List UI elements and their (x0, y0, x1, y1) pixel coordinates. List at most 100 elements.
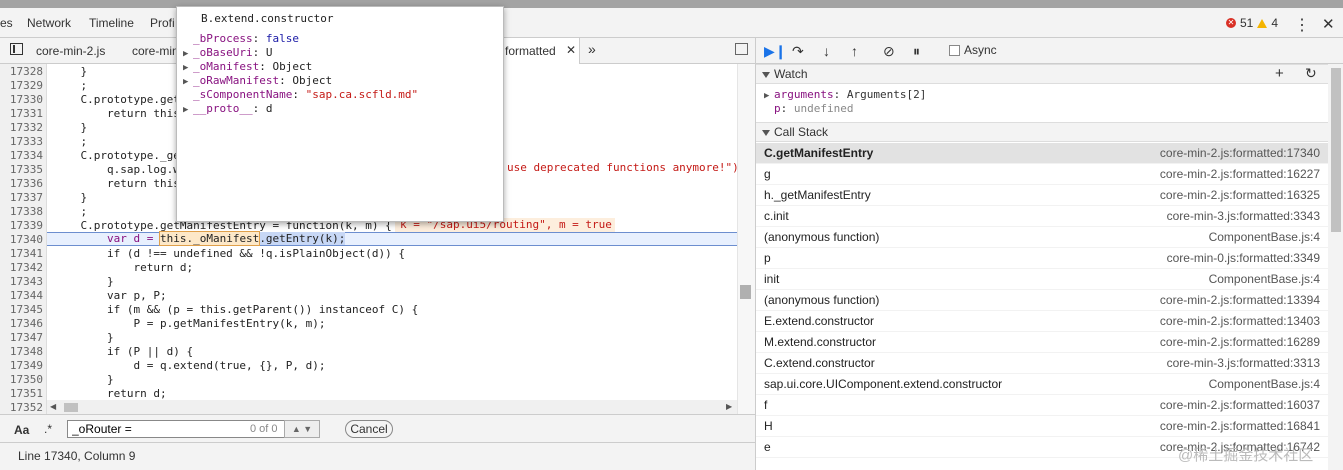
callstack-row[interactable]: p core-min-0.js:formatted:3349 (756, 248, 1328, 269)
callstack-location[interactable]: core-min-2.js:formatted:16289 (1160, 335, 1320, 349)
close-icon[interactable]: ✕ (1322, 15, 1335, 33)
line-number[interactable]: 17343 (0, 275, 43, 288)
tab-sources[interactable]: es (0, 16, 13, 30)
callstack-location[interactable]: core-min-2.js:formatted:16841 (1160, 419, 1320, 433)
regex-toggle[interactable]: .* (44, 422, 52, 436)
tab-timeline[interactable]: Timeline (89, 16, 134, 30)
callstack-location[interactable]: ComponentBase.js:4 (1209, 377, 1320, 391)
line-number[interactable]: 17332 (0, 121, 43, 134)
callstack-row[interactable]: (anonymous function) ComponentBase.js:4 (756, 227, 1328, 248)
object-preview-popover[interactable]: B.extend.constructor _bProcess: false ▶ _o… (176, 6, 504, 222)
callstack-row[interactable]: M.extend.constructor core-min-2.js:format… (756, 332, 1328, 353)
tab-profiles[interactable]: Profi (150, 16, 175, 30)
line-number[interactable]: 17341 (0, 247, 43, 260)
callstack-row[interactable]: g core-min-2.js:formatted:16227 (756, 164, 1328, 185)
line-number[interactable]: 17330 (0, 93, 43, 106)
callstack-location[interactable]: core-min-2.js:formatted:13403 (1160, 314, 1320, 328)
expand-icon[interactable]: ▶ (183, 105, 193, 115)
scroll-left-icon[interactable]: ◀ (50, 402, 56, 411)
vertical-scroll-thumb[interactable] (740, 285, 751, 299)
callstack-row[interactable]: C.getManifestEntry core-min-2.js:formatte… (756, 143, 1328, 164)
popover-property-row[interactable]: ▶ _oManifest: Object (183, 60, 312, 73)
callstack-location[interactable]: core-min-2.js:formatted:16037 (1160, 398, 1320, 412)
sidebar-scroll-thumb[interactable] (1331, 68, 1341, 232)
refresh-watch-icon[interactable]: ↻ (1305, 65, 1317, 82)
deactivate-breakpoints-icon[interactable]: ⊘ (883, 43, 895, 60)
popover-property-row[interactable]: _bProcess: false (183, 32, 299, 45)
line-number[interactable]: 17329 (0, 79, 43, 92)
callstack-row[interactable]: h._getManifestEntry core-min-2.js:formatt… (756, 185, 1328, 206)
popover-property-row[interactable]: ▶ _oRawManifest: Object (183, 74, 332, 87)
line-number[interactable]: 17335 (0, 163, 43, 176)
callstack-location[interactable]: core-min-2.js:formatted:16227 (1160, 167, 1320, 181)
tab-active-formatted[interactable]: formatted ✕ (498, 38, 580, 64)
line-number[interactable]: 17352 (0, 401, 43, 414)
more-tabs-icon[interactable]: » (588, 41, 596, 57)
popover-property-row[interactable]: _sComponentName: "sap.ca.scfld.md" (183, 88, 418, 101)
more-menu-icon[interactable]: ⋮ (1294, 15, 1310, 35)
line-number[interactable]: 17340 (0, 233, 43, 246)
navigator-toggle-icon[interactable] (10, 43, 23, 55)
line-number[interactable]: 17346 (0, 317, 43, 330)
callstack-location[interactable]: core-min-3.js:formatted:3313 (1167, 356, 1320, 370)
callstack-location[interactable]: core-min-2.js:formatted:17340 (1160, 146, 1320, 160)
horizontal-scrollbar[interactable] (47, 400, 737, 414)
callstack-row[interactable]: C.extend.constructor core-min-3.js:format… (756, 353, 1328, 374)
cancel-button[interactable]: Cancel (345, 420, 393, 438)
tab-core-min[interactable]: core-min (132, 44, 179, 58)
expand-icon[interactable]: ▶ (183, 49, 193, 59)
callstack-location[interactable]: core-min-3.js:formatted:3343 (1167, 209, 1320, 223)
callstack-row[interactable]: (anonymous function) core-min-2.js:format… (756, 290, 1328, 311)
resume-icon[interactable]: ▶❙ (764, 43, 787, 60)
close-tab-icon[interactable]: ✕ (566, 43, 576, 57)
async-checkbox[interactable]: Async (949, 43, 997, 57)
callstack-location[interactable]: core-min-2.js:formatted:16325 (1160, 188, 1320, 202)
error-warning-counter[interactable]: ✕ 51 4 (1226, 16, 1278, 30)
callstack-row[interactable]: E.extend.constructor core-min-2.js:format… (756, 311, 1328, 332)
callstack-location[interactable]: core-min-0.js:formatted:3349 (1167, 251, 1320, 265)
callstack-location[interactable]: ComponentBase.js:4 (1209, 230, 1320, 244)
callstack-row[interactable]: Hcore-min-2.js:formatted:16841 (756, 416, 1328, 437)
line-number[interactable]: 17338 (0, 205, 43, 218)
watch-row[interactable]: p: undefined (764, 102, 853, 115)
debugger-toggle-icon[interactable] (735, 43, 748, 55)
tab-core-min-2[interactable]: core-min-2.js (36, 44, 105, 58)
line-number[interactable]: 17351 (0, 387, 43, 400)
step-over-icon[interactable]: ↷ (792, 43, 804, 60)
line-number[interactable]: 17348 (0, 345, 43, 358)
line-number[interactable]: 17349 (0, 359, 43, 372)
horizontal-scroll-thumb[interactable] (64, 403, 78, 412)
line-number[interactable]: 17345 (0, 303, 43, 316)
checkbox-icon[interactable] (949, 44, 960, 56)
scroll-right-icon[interactable]: ▶ (726, 402, 732, 411)
line-number[interactable]: 17336 (0, 177, 43, 190)
vertical-scrollbar[interactable] (737, 64, 755, 414)
line-number[interactable]: 17334 (0, 149, 43, 162)
step-out-icon[interactable]: ↑ (851, 43, 858, 59)
line-number[interactable]: 17350 (0, 373, 43, 386)
expand-icon[interactable]: ▶ (183, 77, 193, 87)
line-number[interactable]: 17339 (0, 219, 43, 232)
tab-network[interactable]: Network (27, 16, 71, 30)
callstack-location[interactable]: ComponentBase.js:4 (1209, 272, 1320, 286)
line-number[interactable]: 17331 (0, 107, 43, 120)
step-into-icon[interactable]: ↓ (823, 43, 830, 59)
callstack-location[interactable]: core-min-2.js:formatted:13394 (1160, 293, 1320, 307)
pause-on-exceptions-icon[interactable]: ⏸ (913, 43, 920, 60)
popover-property-row[interactable]: ▶ _oBaseUri: U (183, 46, 272, 59)
expand-icon[interactable]: ▶ (183, 63, 193, 73)
watch-section-header[interactable]: Watch + ↻ (756, 64, 1328, 84)
popover-property-row[interactable]: ▶ __proto__: d (183, 102, 272, 115)
search-prev-next-buttons[interactable]: ▲ ▼ (284, 420, 320, 438)
callstack-row[interactable]: c.init core-min-3.js:formatted:3343 (756, 206, 1328, 227)
callstack-row[interactable]: f core-min-2.js:formatted:16037 (756, 395, 1328, 416)
callstack-row[interactable]: init ComponentBase.js:4 (756, 269, 1328, 290)
callstack-section-header[interactable]: Call Stack (756, 122, 1328, 142)
line-number[interactable]: 17342 (0, 261, 43, 274)
match-case-toggle[interactable]: Aa (14, 423, 29, 437)
line-number[interactable]: 17337 (0, 191, 43, 204)
line-number[interactable]: 17333 (0, 135, 43, 148)
line-number[interactable]: 17328 (0, 65, 43, 78)
watch-row[interactable]: ▶ arguments: Arguments[2] (764, 88, 926, 101)
line-number[interactable]: 17344 (0, 289, 43, 302)
